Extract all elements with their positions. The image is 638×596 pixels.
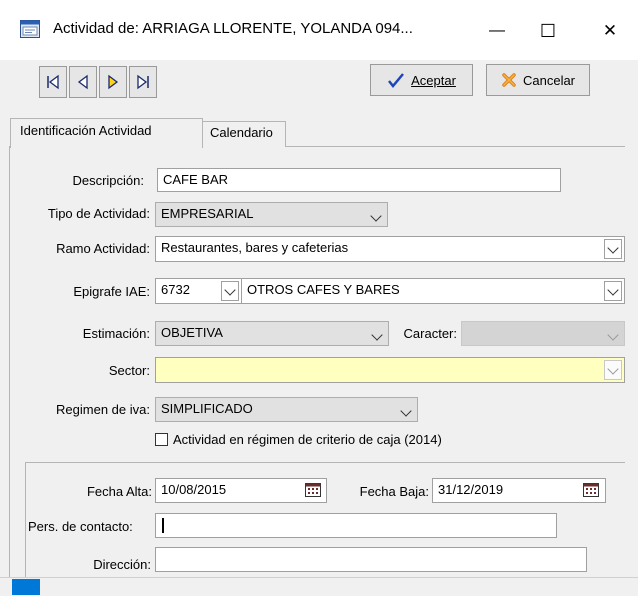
direccion-row: Dirección: bbox=[25, 545, 625, 577]
previous-record-icon bbox=[77, 74, 88, 90]
first-record-icon bbox=[47, 74, 59, 90]
chevron-down-icon bbox=[400, 405, 412, 417]
contacto-input[interactable] bbox=[155, 513, 557, 538]
window-title: Actividad de: ARRIAGA LLORENTE, YOLANDA … bbox=[53, 20, 413, 37]
group-divider bbox=[25, 462, 625, 463]
cancel-label: Cancelar bbox=[522, 72, 576, 88]
regimen-iva-value: SIMPLIFICADO bbox=[161, 401, 253, 416]
ramo-actividad-label: Ramo Actividad: bbox=[56, 241, 150, 256]
fecha-alta-label: Fecha Alta: bbox=[86, 484, 152, 499]
sector-select[interactable] bbox=[155, 357, 625, 383]
estimacion-select[interactable]: OBJETIVA bbox=[155, 321, 389, 346]
previous-record-button[interactable] bbox=[69, 66, 97, 98]
minimize-button[interactable]: — bbox=[477, 16, 517, 46]
ramo-actividad-value: Restaurantes, bares y cafeterias bbox=[161, 240, 349, 255]
minimize-icon: — bbox=[489, 22, 505, 39]
fecha-alta-value: 10/08/2015 bbox=[161, 482, 227, 497]
next-record-button[interactable] bbox=[99, 66, 127, 98]
tab-identificacion-actividad[interactable]: Identificación Actividad bbox=[10, 118, 203, 148]
direccion-input[interactable] bbox=[155, 547, 587, 572]
maximize-button[interactable]: ☐ bbox=[528, 16, 568, 46]
text-cursor bbox=[162, 518, 164, 533]
checkmark-icon bbox=[388, 73, 405, 88]
next-record-icon bbox=[108, 74, 119, 90]
criterio-caja-checkbox[interactable] bbox=[155, 433, 168, 446]
fecha-baja-input[interactable]: 31/12/2019 bbox=[432, 478, 606, 503]
first-record-button[interactable] bbox=[39, 66, 67, 98]
last-record-button[interactable] bbox=[129, 66, 157, 98]
epigrafe-code-dropdown-button[interactable] bbox=[221, 281, 239, 301]
chevron-down-icon bbox=[607, 363, 619, 375]
accept-label: Aceptar bbox=[411, 72, 456, 88]
fecha-baja-value: 31/12/2019 bbox=[438, 482, 504, 497]
chevron-down-icon bbox=[371, 329, 383, 341]
epigrafe-description-select[interactable]: OTROS CAFES Y BARES bbox=[241, 278, 625, 304]
chevron-down-icon bbox=[607, 242, 619, 254]
tipo-actividad-select[interactable]: EMPRESARIAL bbox=[155, 202, 388, 227]
caracter-label: Caracter: bbox=[403, 326, 457, 341]
fecha-baja-label: Fecha Baja: bbox=[359, 484, 429, 499]
calendar-icon[interactable] bbox=[583, 483, 599, 497]
sector-dropdown-button[interactable] bbox=[604, 360, 622, 380]
ramo-actividad-select[interactable]: Restaurantes, bares y cafeterias bbox=[155, 236, 625, 262]
close-button[interactable]: ✕ bbox=[590, 16, 630, 46]
status-indicator bbox=[12, 579, 40, 595]
calendar-icon[interactable] bbox=[305, 483, 321, 497]
app-window-icon bbox=[20, 20, 40, 38]
chevron-down-icon bbox=[607, 329, 619, 341]
chevron-down-icon bbox=[224, 284, 236, 296]
maximize-icon: ☐ bbox=[539, 20, 557, 41]
estimacion-value: OBJETIVA bbox=[161, 325, 223, 340]
close-icon: ✕ bbox=[602, 21, 618, 40]
epigrafe-description-value: OTROS CAFES Y BARES bbox=[247, 282, 400, 297]
status-bar bbox=[0, 577, 638, 596]
chevron-down-icon bbox=[607, 284, 619, 296]
accept-button[interactable]: Aceptar bbox=[370, 64, 473, 96]
epigrafe-label: Epigrafe IAE: bbox=[73, 284, 150, 299]
cancel-x-icon bbox=[502, 73, 516, 87]
descripcion-label: Descripción: bbox=[72, 173, 144, 188]
epigrafe-dropdown-button[interactable] bbox=[604, 281, 622, 301]
criterio-caja-label: Actividad en régimen de criterio de caja… bbox=[173, 432, 442, 447]
cancel-button[interactable]: Cancelar bbox=[486, 64, 590, 96]
fecha-alta-input[interactable]: 10/08/2015 bbox=[155, 478, 327, 503]
last-record-icon bbox=[137, 74, 149, 90]
tipo-actividad-label: Tipo de Actividad: bbox=[47, 206, 150, 221]
descripcion-input[interactable]: CAFE BAR bbox=[157, 168, 561, 192]
ramo-dropdown-button[interactable] bbox=[604, 239, 622, 259]
regimen-iva-label: Regimen de iva: bbox=[56, 402, 150, 417]
contacto-label: Pers. de contacto: bbox=[28, 519, 133, 534]
tab-calendario[interactable]: Calendario bbox=[202, 121, 286, 147]
epigrafe-code-select[interactable]: 6732 bbox=[155, 278, 242, 304]
estimacion-label: Estimación: bbox=[82, 326, 150, 341]
regimen-iva-select[interactable]: SIMPLIFICADO bbox=[155, 397, 418, 422]
direccion-label: Dirección: bbox=[93, 557, 151, 572]
sector-label: Sector: bbox=[108, 363, 150, 378]
tipo-actividad-value: EMPRESARIAL bbox=[161, 206, 254, 221]
chevron-down-icon bbox=[370, 210, 382, 222]
epigrafe-code-value: 6732 bbox=[161, 282, 190, 297]
caracter-select[interactable] bbox=[461, 321, 625, 346]
